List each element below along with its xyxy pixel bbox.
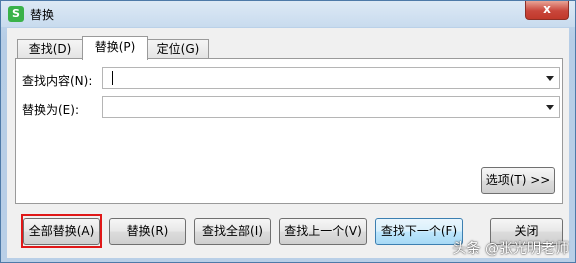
find-all-button[interactable]: 查找全部(I) — [194, 218, 271, 245]
find-next-button[interactable]: 查找下一个(F) — [375, 218, 463, 245]
tab-goto[interactable]: 定位(G) — [147, 39, 209, 59]
find-input[interactable] — [102, 67, 560, 89]
window-title: 替换 — [30, 8, 55, 22]
replace-dialog: S 替换 x 查找(D) 替换(P) 定位(G) 查找内容(N): 替换为(E)… — [0, 0, 576, 263]
replace-all-button[interactable]: 全部替换(A) — [23, 218, 100, 245]
find-previous-button[interactable]: 查找上一个(V) — [279, 218, 367, 245]
text-caret — [112, 71, 113, 85]
tab-find[interactable]: 查找(D) — [17, 39, 83, 59]
title-bar[interactable]: S 替换 x — [1, 1, 575, 27]
tab-replace[interactable]: 替换(P) — [82, 36, 148, 60]
chevron-down-icon[interactable] — [546, 76, 554, 81]
dialog-body: 查找(D) 替换(P) 定位(G) 查找内容(N): 替换为(E): 选项(T)… — [7, 28, 569, 258]
replace-input[interactable] — [102, 96, 560, 118]
replace-label: 替换为(E): — [22, 103, 79, 117]
close-icon: x — [543, 2, 551, 16]
watermark-text: 头条 @张光明老师 — [452, 241, 569, 257]
options-button[interactable]: 选项(T) >> — [481, 167, 555, 194]
close-window-button[interactable]: x — [525, 1, 569, 20]
find-label: 查找内容(N): — [22, 74, 93, 88]
chevron-down-icon[interactable] — [546, 105, 554, 110]
app-logo-icon: S — [8, 6, 24, 22]
replace-button[interactable]: 替换(R) — [109, 218, 186, 245]
tab-panel-replace: 查找内容(N): 替换为(E): 选项(T) >> — [15, 58, 563, 204]
